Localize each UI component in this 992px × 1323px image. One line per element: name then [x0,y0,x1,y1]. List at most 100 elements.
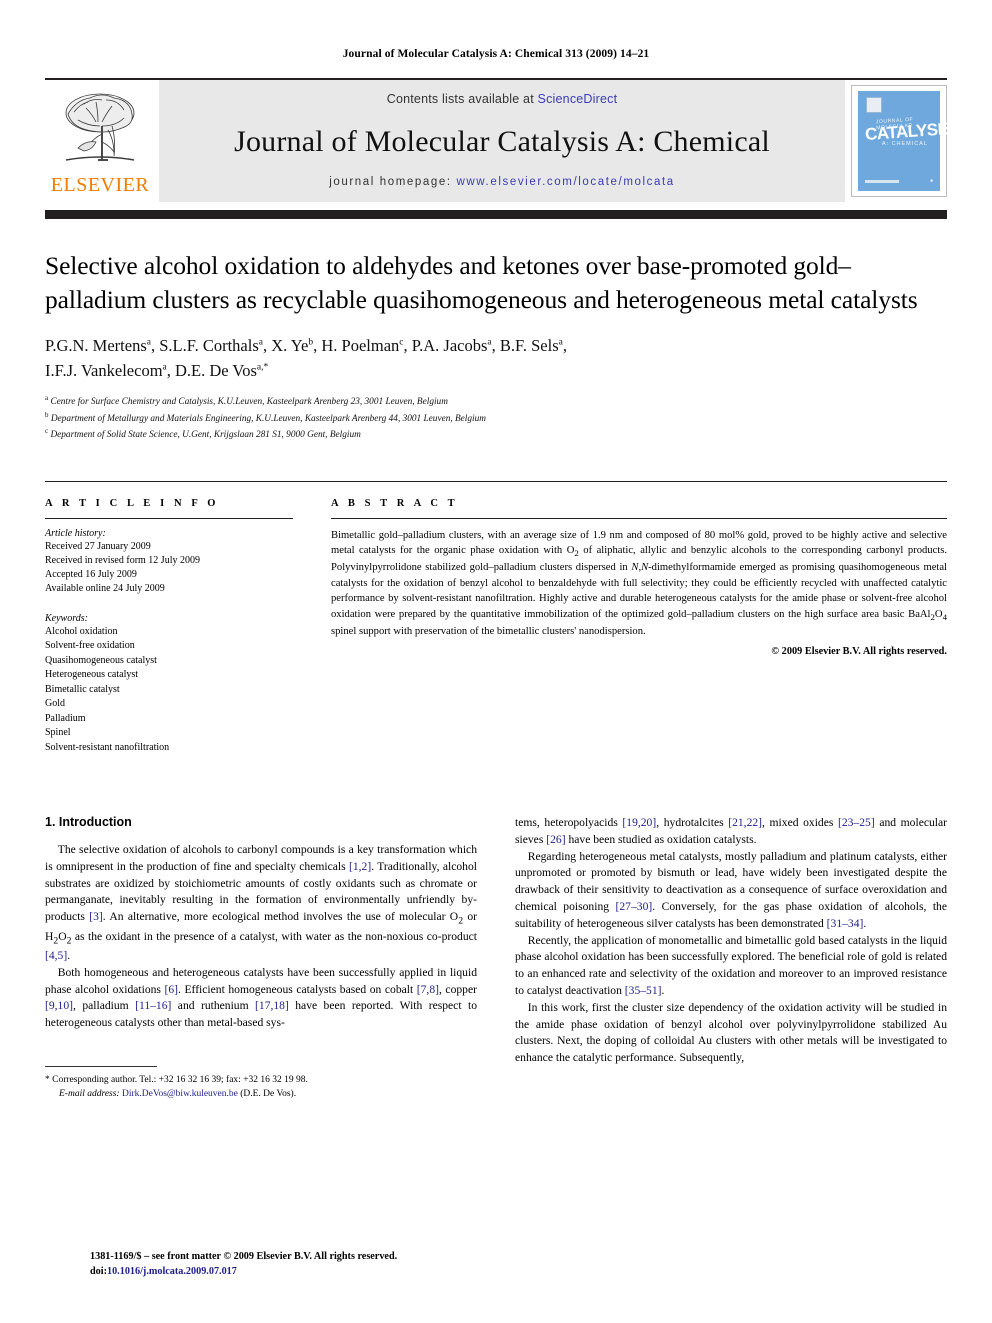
citation-link[interactable]: [3] [89,910,103,923]
cover-subtitle: A: CHEMICAL [881,141,928,147]
author-affil-marker[interactable]: a [559,337,563,347]
keyword-item: Gold [45,698,65,710]
footnote-text: Corresponding author. Tel.: +32 16 32 16… [49,1074,308,1085]
paper-page: Journal of Molecular Catalysis A: Chemic… [0,0,992,1323]
sciencedirect-link[interactable]: ScienceDirect [538,92,618,106]
elsevier-tree-icon [65,93,135,161]
affiliation-marker: c [45,427,49,436]
corresponding-author-marker[interactable]: a,* [257,362,268,372]
email-owner: (D.E. De Vos). [237,1088,297,1099]
citation-link[interactable]: [17,18] [255,999,289,1012]
abstract-copyright: © 2009 Elsevier B.V. All rights reserved… [771,646,947,658]
journal-homepage-link[interactable]: www.elsevier.com/locate/molcata [456,176,674,188]
citation-link[interactable]: [27–30] [616,900,653,913]
citation-link[interactable]: [7,8] [417,983,439,996]
keywords-heading: Keywords: [45,612,88,624]
doi-label: doi: [90,1265,107,1277]
para-text: Recently, the application of monometalli… [515,933,947,998]
journal-homepage-line: journal homepage: www.elsevier.com/locat… [329,176,675,188]
author-name: S.L.F. Corthals [159,335,259,355]
para-text: . [67,948,71,962]
author-name: H. Poelman [321,335,400,355]
para-text: , hydrotalcites [656,816,729,830]
affiliation-text: Centre for Surface Chemistry and Catalys… [50,397,448,408]
history-item: Available online 24 July 2009 [45,583,165,595]
abstract-italic: N,N [631,562,649,574]
keyword-item: Solvent-free oxidation [45,640,135,652]
citation-link[interactable]: [21,22] [728,816,762,829]
para-text: have been studied as oxidation catalysts… [565,832,757,846]
cover-footer-note: ■ [930,178,933,184]
body-column-right: tems, heteropolyacids [19,20], hydrotalc… [515,815,947,1101]
abstract-text: Bimetallic gold–palladium clusters, with… [331,528,947,639]
elsevier-logo: ELSEVIER [45,80,155,202]
para-text: and ruthenium [171,999,256,1013]
para-text: , copper [438,982,477,996]
doi-link[interactable]: 10.1016/j.molcata.2009.07.017 [107,1266,237,1277]
para-text: . An alternative, more ecological method… [102,910,459,924]
citation-link[interactable]: [26] [546,833,565,846]
author-affil-marker[interactable]: a [487,337,491,347]
affiliation-text: Department of Solid State Science, U.Gen… [50,430,361,441]
article-title: Selective alcohol oxidation to aldehydes… [45,251,918,314]
email-label: E-mail address: [59,1088,120,1099]
citation-link[interactable]: [1,2] [349,860,371,873]
affiliation-marker: b [45,410,49,419]
history-item: Accepted 16 July 2009 [45,569,137,581]
keyword-item: Bimetallic catalyst [45,683,120,695]
imprint-line: 1381-1169/$ – see front matter © 2009 El… [90,1251,398,1262]
affiliation-marker: a [45,394,49,403]
masthead-divider-bar [45,210,947,219]
affiliation-list: a Centre for Surface Chemistry and Catal… [45,393,947,443]
citation-link[interactable]: [9,10] [45,999,73,1012]
author-affil-marker[interactable]: a [259,337,263,347]
article-info-label: A R T I C L E I N F O [45,497,220,509]
abstract-column: A B S T R A C T Bimetallic gold–palladiu… [331,498,947,771]
citation-link[interactable]: [4,5] [45,949,67,962]
author-affil-marker[interactable]: a [147,337,151,347]
author-name: D.E. De Vos [175,360,257,380]
paragraph: Regarding heterogeneous metal catalysts,… [515,849,947,933]
keyword-item: Heterogeneous catalyst [45,669,139,681]
cover-elsevier-mark-icon [866,97,882,113]
keyword-item: Palladium [45,712,86,724]
abstract-part: O [934,608,943,620]
citation-link[interactable]: [23–25] [838,816,875,829]
para-text: as the oxidant in the presence of a cata… [71,929,477,943]
paragraph: tems, heteropolyacids [19,20], hydrotalc… [515,815,947,849]
paragraph: The selective oxidation of alcohols to c… [45,842,477,965]
citation-link[interactable]: [6] [164,983,178,996]
body-columns: 1. Introduction The selective oxidation … [45,815,947,1101]
homepage-prefix: journal homepage: [329,176,457,188]
journal-masthead: ELSEVIER Contents lists available at Sci… [45,78,953,202]
elsevier-wordmark: ELSEVIER [50,174,150,196]
article-history-heading: Article history: [45,527,106,539]
affiliation-item: a Centre for Surface Chemistry and Catal… [45,393,947,410]
citation-link[interactable]: [11–16] [135,999,171,1012]
author-affil-marker[interactable]: a [163,362,167,372]
footnote-block: * Corresponding author. Tel.: +32 16 32 … [45,1065,477,1102]
author-name: B.F. Sels [499,335,559,355]
author-name: P.G.N. Mertens [45,335,147,355]
citation-link[interactable]: [31–34] [827,917,864,930]
paragraph: Both homogeneous and heterogeneous catal… [45,965,477,1032]
author-name: I.F.J. Vankelecom [45,360,163,380]
body-column-left: 1. Introduction The selective oxidation … [45,815,477,1101]
article-history-group: Article history: Received 27 January 200… [45,528,293,597]
keyword-item: Quasihomogeneous catalyst [45,654,157,666]
email-link[interactable]: Dirk.DeVos@biw.kuleuven.be [122,1089,238,1099]
para-text: O [58,929,67,943]
citation-link[interactable]: [19,20] [622,816,656,829]
author-name: P.A. Jacobs [411,335,488,355]
keyword-item: Solvent-resistant nanofiltration [45,741,170,753]
journal-title: Journal of Molecular Catalysis A: Chemic… [234,124,770,158]
author-affil-marker[interactable]: b [308,337,313,347]
cover-artwork: JOURNAL OF MOLECULAR CATALYSIS A: CHEMIC… [858,91,953,191]
author-affil-marker[interactable]: c [399,337,403,347]
corresponding-author-note: * Corresponding author. Tel.: +32 16 32 … [45,1074,477,1088]
imprint-block: 1381-1169/$ – see front matter © 2009 El… [90,1250,520,1280]
info-abstract-region: A R T I C L E I N F O Article history: R… [45,480,947,771]
keyword-item: Spinel [45,727,71,739]
citation-link[interactable]: [35–51] [625,984,662,997]
footnote-divider [45,1065,157,1067]
